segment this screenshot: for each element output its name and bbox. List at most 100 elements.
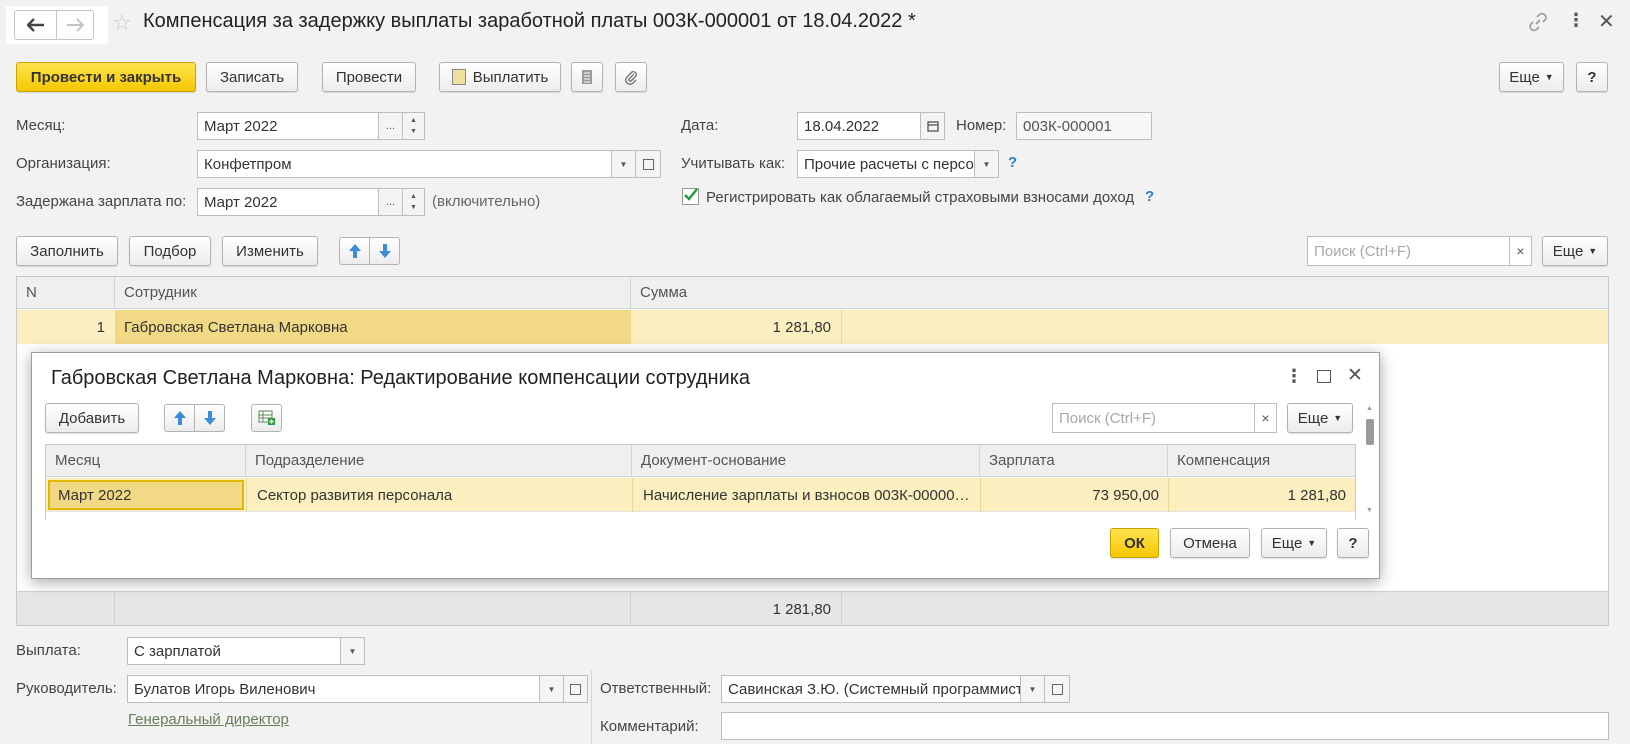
dialog-search-clear-button[interactable]: × bbox=[1254, 404, 1276, 432]
post-button[interactable]: Провести bbox=[322, 62, 416, 92]
manager-open-button[interactable] bbox=[563, 676, 587, 702]
date-field[interactable]: 18.04.2022 bbox=[797, 112, 945, 140]
change-button[interactable]: Изменить bbox=[222, 236, 318, 266]
comment-field[interactable] bbox=[721, 712, 1609, 740]
dialog-cancel-button[interactable]: Отмена bbox=[1170, 528, 1250, 558]
dialog-help-button[interactable]: ? bbox=[1337, 528, 1369, 558]
dialog-table-settings-button[interactable] bbox=[251, 404, 282, 432]
save-button[interactable]: Записать bbox=[206, 62, 298, 92]
org-field[interactable]: Конфетпром ▼ bbox=[197, 150, 661, 178]
dialog-scrollbar[interactable]: ▲ ▼ bbox=[1365, 405, 1375, 519]
manager-position-link[interactable]: Генеральный директор bbox=[128, 711, 289, 728]
month-select-button[interactable]: ... bbox=[378, 113, 403, 139]
cell-employee[interactable]: Габровская Светлана Марковна bbox=[115, 310, 631, 344]
attach-button[interactable] bbox=[615, 62, 647, 92]
dialog-more-bottom-button[interactable]: Еще ▼ bbox=[1261, 528, 1327, 558]
register-help-icon[interactable]: ? bbox=[1145, 188, 1154, 205]
spin-up-icon[interactable]: ▲ bbox=[410, 191, 417, 202]
close-icon[interactable]: ✕ bbox=[1598, 9, 1615, 34]
spin-down-icon[interactable]: ▼ bbox=[410, 202, 417, 213]
account-label: Учитывать как: bbox=[681, 155, 786, 172]
responsible-label: Ответственный: bbox=[600, 680, 712, 697]
responsible-dropdown-button[interactable]: ▼ bbox=[1020, 676, 1045, 702]
pay-button[interactable]: Выплатить bbox=[439, 62, 561, 92]
month-value: Март 2022 bbox=[204, 117, 278, 135]
kebab-menu-icon[interactable]: ⋮ bbox=[1567, 10, 1585, 31]
delayed-spinner[interactable]: ▲ ▼ bbox=[402, 189, 424, 215]
dialog-table-row[interactable]: Март 2022 Сектор развития персонала Начи… bbox=[46, 478, 1355, 512]
dialog-maximize-icon[interactable] bbox=[1317, 370, 1331, 383]
dialog-cell-month[interactable]: Март 2022 bbox=[48, 480, 244, 510]
paperclip-icon bbox=[625, 71, 637, 85]
link-icon[interactable] bbox=[1528, 12, 1548, 36]
dialog-move-up-button[interactable] bbox=[164, 404, 195, 432]
dialog-cell-document[interactable]: Начисление зарплаты и взносов 003К-00000… bbox=[632, 478, 980, 512]
dialog-cell-salary[interactable]: 73 950,00 bbox=[980, 478, 1168, 512]
table-row[interactable]: 1 Габровская Светлана Марковна 1 281,80 bbox=[17, 310, 1608, 344]
org-dropdown-button[interactable]: ▼ bbox=[611, 151, 636, 177]
more-label: Еще bbox=[1297, 409, 1329, 427]
back-button[interactable] bbox=[14, 10, 56, 40]
spin-up-icon[interactable]: ▲ bbox=[410, 115, 417, 126]
account-dropdown-button[interactable]: ▼ bbox=[974, 151, 998, 177]
dialog-column-document[interactable]: Документ-основание bbox=[632, 445, 980, 477]
column-header-sum[interactable]: Сумма bbox=[631, 277, 1608, 309]
dialog-column-department[interactable]: Подразделение bbox=[246, 445, 632, 477]
dialog-table: Месяц Подразделение Документ-основание З… bbox=[45, 444, 1356, 520]
more-button[interactable]: Еще ▼ bbox=[1499, 62, 1564, 92]
dialog-column-salary[interactable]: Зарплата bbox=[980, 445, 1168, 477]
scroll-up-icon[interactable]: ▲ bbox=[1366, 405, 1373, 412]
dialog-add-button[interactable]: Добавить bbox=[45, 403, 139, 433]
number-value: 003К-000001 bbox=[1023, 117, 1112, 135]
post-and-close-button[interactable]: Провести и закрыть bbox=[16, 62, 196, 92]
responsible-field[interactable]: Савинская З.Ю. (Системный программист ▼ bbox=[721, 675, 1070, 703]
delayed-select-button[interactable]: ... bbox=[378, 189, 403, 215]
report-button[interactable] bbox=[571, 62, 603, 92]
select-button[interactable]: Подбор bbox=[129, 236, 211, 266]
cell-n[interactable]: 1 bbox=[17, 310, 115, 344]
org-open-button[interactable] bbox=[635, 151, 660, 177]
calendar-button[interactable] bbox=[920, 113, 944, 139]
help-button[interactable]: ? bbox=[1576, 62, 1608, 92]
column-header-employee[interactable]: Сотрудник bbox=[115, 277, 631, 309]
payment-field[interactable]: С зарплатой ▼ bbox=[127, 637, 365, 665]
cell-sum[interactable]: 1 281,80 bbox=[631, 310, 842, 344]
manager-field[interactable]: Булатов Игорь Виленович ▼ bbox=[127, 675, 588, 703]
table-more-button[interactable]: Еще ▼ bbox=[1542, 236, 1608, 266]
dialog-move-down-button[interactable] bbox=[194, 404, 225, 432]
dialog-search-input[interactable]: Поиск (Ctrl+F) × bbox=[1052, 403, 1277, 433]
dialog-ok-button[interactable]: ОК bbox=[1110, 528, 1159, 558]
column-header-n[interactable]: N bbox=[17, 277, 115, 309]
dialog-cell-compensation[interactable]: 1 281,80 bbox=[1168, 478, 1355, 512]
dots-icon: ... bbox=[385, 196, 396, 208]
scroll-down-icon[interactable]: ▼ bbox=[1366, 507, 1373, 514]
table-search-clear-button[interactable]: × bbox=[1509, 237, 1531, 265]
dialog-more-button[interactable]: Еще ▼ bbox=[1287, 403, 1353, 433]
register-checkbox-label[interactable]: Регистрировать как облагаемый страховыми… bbox=[706, 189, 1134, 206]
responsible-open-button[interactable] bbox=[1044, 676, 1069, 702]
month-spinner[interactable]: ▲ ▼ bbox=[402, 113, 424, 139]
dialog-column-month[interactable]: Месяц bbox=[46, 445, 246, 477]
dialog-column-compensation[interactable]: Компенсация bbox=[1168, 445, 1355, 477]
favorite-star-icon[interactable]: ☆ bbox=[112, 10, 132, 36]
dialog-close-icon[interactable]: ✕ bbox=[1347, 364, 1363, 387]
dialog-cell-department[interactable]: Сектор развития персонала bbox=[246, 478, 632, 512]
payment-dropdown-button[interactable]: ▼ bbox=[340, 638, 364, 664]
delayed-label: Задержана зарплата по: bbox=[16, 193, 187, 210]
fill-button[interactable]: Заполнить bbox=[16, 236, 118, 266]
manager-dropdown-button[interactable]: ▼ bbox=[539, 676, 564, 702]
forward-button[interactable] bbox=[56, 10, 94, 40]
payment-label: Выплата: bbox=[16, 642, 81, 659]
number-field[interactable]: 003К-000001 bbox=[1016, 112, 1152, 140]
scroll-thumb[interactable] bbox=[1366, 419, 1374, 445]
delayed-field[interactable]: Март 2022 ... ▲ ▼ bbox=[197, 188, 425, 216]
dialog-kebab-icon[interactable]: ⋮ bbox=[1285, 366, 1303, 387]
move-down-button[interactable] bbox=[369, 237, 400, 265]
account-help-icon[interactable]: ? bbox=[1008, 154, 1017, 171]
spin-down-icon[interactable]: ▼ bbox=[410, 126, 417, 137]
move-up-button[interactable] bbox=[339, 237, 370, 265]
table-search-input[interactable]: Поиск (Ctrl+F) × bbox=[1307, 236, 1532, 266]
month-field[interactable]: Март 2022 ... ▲ ▼ bbox=[197, 112, 425, 140]
register-checkbox[interactable] bbox=[682, 188, 699, 205]
account-field[interactable]: Прочие расчеты с персо ▼ bbox=[797, 150, 999, 178]
